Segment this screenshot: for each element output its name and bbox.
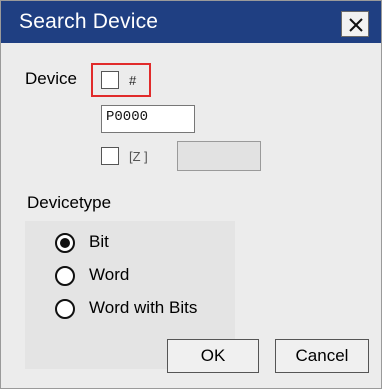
radio-bit-label: Bit — [89, 232, 109, 251]
dialog-title: Search Device — [19, 10, 159, 33]
hash-checkbox-label: # — [129, 73, 137, 88]
device-label: Device — [25, 69, 77, 88]
radio-word[interactable] — [55, 266, 75, 286]
search-device-dialog: Search Device Device # P0000 [Z ] Device… — [0, 0, 382, 389]
ok-button-label: OK — [200, 346, 226, 365]
radio-word-with-bits[interactable] — [55, 299, 75, 319]
radio-word-with-bits-label: Word with Bits — [89, 298, 198, 317]
radio-bit[interactable] — [55, 233, 75, 253]
devicetype-label: Devicetype — [27, 193, 112, 212]
cancel-button[interactable]: Cancel — [275, 339, 369, 373]
cancel-button-label: Cancel — [295, 346, 349, 365]
title-bar: Search Device — [1, 1, 381, 43]
z-checkbox[interactable] — [101, 147, 119, 165]
z-index-input[interactable] — [177, 141, 261, 171]
z-checkbox-label: [Z ] — [129, 149, 148, 164]
device-input[interactable]: P0000 — [101, 105, 195, 133]
radio-word-label: Word — [89, 265, 130, 284]
close-button[interactable] — [341, 11, 369, 37]
highlight-box — [91, 63, 151, 97]
ok-button[interactable]: OK — [167, 339, 259, 373]
dialog-body: Device # P0000 [Z ] Devicetype Bit Word … — [1, 43, 381, 388]
hash-checkbox[interactable] — [101, 71, 119, 89]
close-icon — [349, 18, 363, 32]
